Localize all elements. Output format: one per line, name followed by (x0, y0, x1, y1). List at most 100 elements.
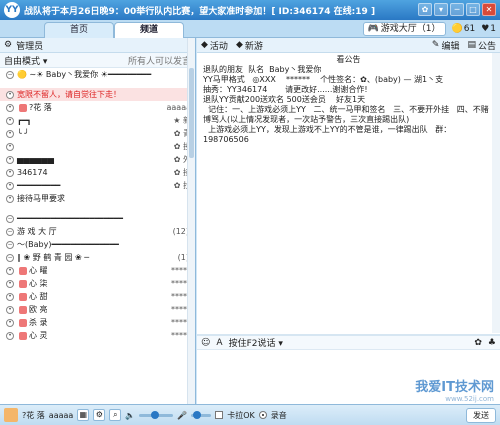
coin-count: 61 (463, 24, 476, 34)
tree-label: ┏━┓ (17, 116, 32, 125)
collapse-icon: − (6, 227, 14, 236)
tab-channel[interactable]: 频道 (114, 22, 184, 38)
admin-label[interactable]: 管理员 (16, 39, 43, 52)
bullet-icon: • (6, 331, 14, 340)
tree-label: ?花 落 (29, 103, 52, 112)
tree-label: ━━━━━━━━━ (17, 181, 61, 190)
record-radio[interactable] (258, 411, 267, 419)
bullet-icon: • (6, 142, 14, 151)
sub-channel[interactable]: • ╰ ╯ ✿ 青 (0, 127, 195, 140)
activity-icon: ◆ (201, 40, 208, 50)
sub-channel[interactable]: • ━━━━━━━━━ ✿ 找 (0, 179, 195, 192)
heart-stat[interactable]: ♥ 1 (481, 24, 496, 34)
user-row[interactable]: • 心 灵 ***** (0, 329, 195, 342)
collapse-icon: − (6, 240, 14, 249)
font-icon[interactable]: A (216, 338, 222, 348)
notice-line: 上游戏必须上YY，发现上游戏不上YY的不管是谁，一律踢出队 群：19870650… (203, 125, 452, 144)
activity-button[interactable]: ◆ 活动 (201, 39, 228, 52)
smiley-icon[interactable]: ☺ (201, 338, 210, 348)
tree-separator (0, 205, 195, 212)
current-user-stars: aaaaa (48, 410, 74, 420)
tree-scrollbar[interactable] (187, 38, 195, 404)
notice-content: 看公告 退队的朋友 队名 Baby丶我爱你 YY马甲格式 ◎XXX ******… (197, 53, 500, 333)
sub-channel[interactable]: • ┏━┓ ★ 新 (0, 114, 195, 127)
gamepad-icon: 🎮 (367, 24, 379, 34)
maximize-button[interactable]: □ (466, 3, 480, 16)
send-button[interactable]: 发送 (466, 407, 496, 423)
tab-home[interactable]: 首页 (44, 22, 114, 38)
channel-group[interactable]: − 🟡 ∼☀ Baby丶我爱你 ☀━━━━━━━━━ (0, 68, 195, 81)
grid-icon[interactable]: ▦ (77, 409, 90, 421)
tree-label: 杀 录 (29, 318, 48, 327)
sub-channel[interactable]: • ▅▅▅▅▅▅ ✿ 外 (0, 153, 195, 166)
heart-count: 1 (490, 24, 496, 34)
channel-banner[interactable]: • 宽限不留人，请自觉往下走！ (0, 88, 195, 101)
chat-toolbar: ☺ A 按住F2说话 ▾ ✿ ♣ (197, 336, 500, 350)
tree-scroll-thumb[interactable] (189, 68, 194, 158)
tree-label: 346174 (17, 168, 48, 177)
avatar[interactable] (4, 408, 18, 422)
bullet-icon: • (6, 194, 14, 203)
mic-knob[interactable] (193, 410, 202, 419)
site-watermark: 我爱IT技术网 www.52ij.com (415, 380, 494, 403)
bullet-icon: • (6, 116, 14, 125)
speech-mode-note: 所有人可以发言 (127, 56, 191, 67)
volume-knob[interactable] (151, 410, 160, 419)
game-hall-button[interactable]: 🎮 游戏大厅（1） (362, 22, 446, 36)
tree-label: ～(Baby)━━━━━━━━━━━━━━ (17, 240, 119, 249)
user-avatar-icon (19, 318, 27, 327)
menu-icon[interactable]: ▾ (434, 3, 448, 16)
user-row[interactable]: • 杀 录 ***** (0, 316, 195, 329)
gift-icon[interactable]: ♣ (488, 338, 496, 348)
channel-group[interactable]: − ∥ ❀ 野 鹤 青 园 ❀ ─ (1) (0, 251, 195, 264)
notice-scrollbar[interactable] (492, 53, 500, 333)
flower-icon[interactable]: ✿ (474, 338, 482, 348)
bullet-icon: • (6, 103, 14, 112)
notice-button[interactable]: ▤ 公告 (467, 39, 496, 52)
channel-group[interactable]: − ━━━━━━━━━━━━━━━━━━━━━━ (0, 212, 195, 225)
user-row[interactable]: • 心 柒 ***** (0, 277, 195, 290)
notice-line: 退队的朋友 队名 Baby丶我爱你 (203, 65, 322, 74)
volume-slider[interactable] (139, 410, 174, 419)
bullet-icon: • (6, 181, 14, 190)
user-row[interactable]: • 心 甜 ***** (0, 290, 195, 303)
close-button[interactable]: ✕ (482, 3, 496, 16)
user-row[interactable]: • 欧 亮 ***** (0, 303, 195, 316)
user-row[interactable]: • 心 曜 ***** (0, 264, 195, 277)
bullet-icon: • (6, 90, 14, 99)
sub-channel[interactable]: • ✿ 投 (0, 140, 195, 153)
speaker-icon[interactable]: 🔈 (125, 411, 135, 420)
sub-channel[interactable]: • 接待马甲要求 (0, 192, 195, 205)
admin-icon: ⚙ (4, 40, 13, 50)
notice-line: 博骂人(以上情况发现者，一次站予警告，三次直接踢出队) (203, 115, 410, 124)
skin-icon[interactable]: ✿ (418, 3, 432, 16)
notice-panel: ◆ 活动 ◆ 新游 ✎ 编辑 ▤ 公告 看公告 退队的朋友 队名 Baby丶我爱你 YY… (197, 38, 500, 404)
speech-mode-select[interactable]: 自由模式 ▾ (4, 54, 47, 67)
coin-stat[interactable]: 🟡 61 (452, 24, 476, 34)
channel-group[interactable]: − 游 戏 大 厅 (12) (0, 225, 195, 238)
edit-button[interactable]: ✎ 编辑 (432, 39, 460, 52)
user-row[interactable]: • ?花 落 aaaaa (0, 101, 195, 114)
search-icon[interactable]: ⌕ (109, 409, 122, 421)
user-avatar-icon (19, 279, 27, 288)
tree-label: ━━━━━━━━━━━━━━━━━━━━━━ (17, 214, 123, 223)
collapse-icon: − (6, 70, 14, 79)
sub-channel[interactable]: • 346174 ✿ 接 (0, 166, 195, 179)
tree-label: 心 柒 (29, 279, 48, 288)
notice-toolbar: ◆ 活动 ◆ 新游 ✎ 编辑 ▤ 公告 (197, 38, 500, 53)
channel-group[interactable]: − ～(Baby)━━━━━━━━━━━━━━ (0, 238, 195, 251)
bullet-icon: • (6, 292, 14, 301)
tree-label: 心 甜 (29, 292, 48, 301)
karaoke-checkbox[interactable] (215, 411, 224, 419)
minimize-button[interactable]: ─ (450, 3, 464, 16)
new-game-button[interactable]: ◆ 新游 (236, 39, 263, 52)
bullet-icon: • (6, 279, 14, 288)
mic-slider[interactable] (191, 410, 212, 419)
game-hall-label: 游戏大厅（1） (380, 24, 441, 34)
settings-icon[interactable]: ⚙ (93, 409, 106, 421)
channel-tree-panel: ⚙ 管理员 自由模式 ▾ 所有人可以发言 − 🟡 ∼☀ Baby丶我爱你 ☀━━━… (0, 38, 196, 404)
tree-label: 心 曜 (29, 266, 48, 275)
tree-label: ∥ ❀ 野 鹤 青 园 ❀ ─ (17, 253, 90, 262)
mic-icon[interactable]: 🎤 (177, 411, 187, 420)
speak-mode-button[interactable]: 按住F2说话 ▾ (229, 336, 283, 349)
